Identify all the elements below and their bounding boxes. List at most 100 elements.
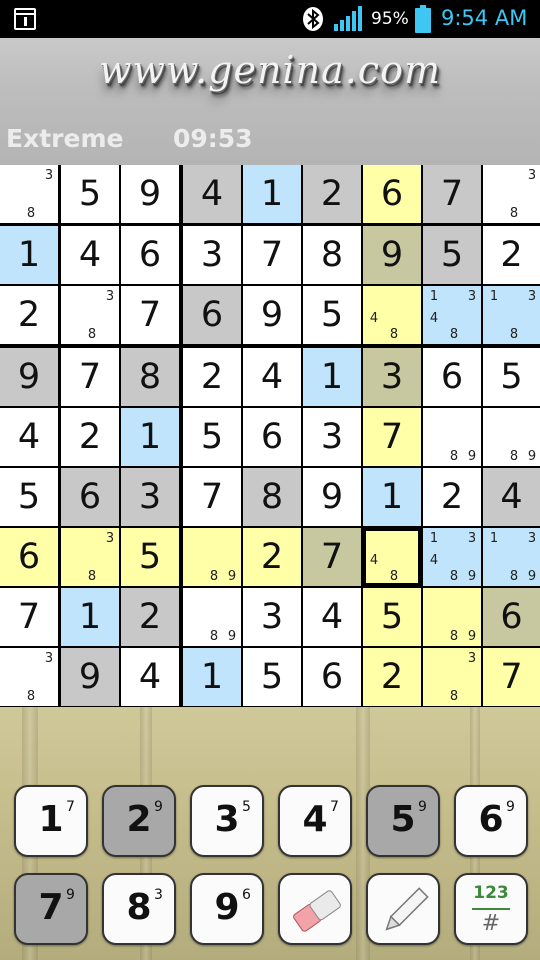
sudoku-cell[interactable]: 38 xyxy=(0,648,58,706)
game-timer: 09:53 xyxy=(173,124,253,153)
sudoku-cell[interactable]: 7 xyxy=(303,528,361,586)
sudoku-cell[interactable]: 8 xyxy=(243,468,301,526)
sudoku-cell[interactable]: 38 xyxy=(0,165,58,223)
pencil-note: 1 xyxy=(489,531,499,546)
sudoku-cell[interactable]: 6 xyxy=(483,588,540,646)
sudoku-cell[interactable]: 5 xyxy=(363,588,421,646)
sudoku-cell[interactable]: 9 xyxy=(61,648,119,706)
sudoku-cell[interactable]: 9 xyxy=(303,468,361,526)
sudoku-cell[interactable]: 1 xyxy=(363,468,421,526)
sudoku-cell[interactable]: 7 xyxy=(61,348,119,406)
sudoku-cell[interactable]: 6 xyxy=(303,648,361,706)
sudoku-cell[interactable]: 6 xyxy=(121,226,179,284)
sudoku-cell[interactable]: 3 xyxy=(243,588,301,646)
sudoku-cell[interactable]: 38 xyxy=(483,165,540,223)
sudoku-cell[interactable]: 5 xyxy=(423,226,481,284)
sudoku-cell[interactable]: 48 xyxy=(363,286,421,344)
sudoku-cell[interactable]: 9 xyxy=(121,165,179,223)
sudoku-cell[interactable]: 6 xyxy=(363,165,421,223)
sudoku-cell[interactable]: 89 xyxy=(483,408,540,466)
digit-key-9[interactable]: 96 xyxy=(190,873,264,945)
digit-key-8[interactable]: 83 xyxy=(102,873,176,945)
sudoku-cell[interactable]: 1 xyxy=(0,226,58,284)
sudoku-cell[interactable]: 9 xyxy=(0,348,58,406)
sudoku-cell[interactable]: 2 xyxy=(183,348,241,406)
sudoku-cell[interactable]: 4 xyxy=(61,226,119,284)
sudoku-cell[interactable]: 7 xyxy=(183,468,241,526)
sudoku-cell[interactable]: 7 xyxy=(483,648,540,706)
notes-mode-button[interactable]: 123 # xyxy=(454,873,528,945)
sudoku-cell[interactable]: 5 xyxy=(243,648,301,706)
sudoku-cell[interactable]: 4 xyxy=(0,408,58,466)
sudoku-cell[interactable]: 4 xyxy=(183,165,241,223)
sudoku-cell[interactable]: 1 3 489 xyxy=(423,528,481,586)
sudoku-cell[interactable]: 1 xyxy=(121,408,179,466)
sudoku-cell[interactable]: 1 xyxy=(303,348,361,406)
sudoku-cell[interactable]: 2 xyxy=(363,648,421,706)
sudoku-cell[interactable]: 4 xyxy=(243,348,301,406)
digit-key-2[interactable]: 29 xyxy=(102,785,176,857)
pencil-note: 1 xyxy=(489,289,499,304)
sudoku-cell[interactable]: 1 xyxy=(243,165,301,223)
sudoku-cell[interactable]: 89 xyxy=(423,588,481,646)
sudoku-cell[interactable]: 2 xyxy=(303,165,361,223)
sudoku-cell[interactable]: 1 3 48 xyxy=(423,286,481,344)
sudoku-cell[interactable]: 6 xyxy=(61,468,119,526)
sudoku-cell[interactable]: 4 xyxy=(483,468,540,526)
sudoku-cell[interactable]: 1 xyxy=(183,648,241,706)
pencil-note: 8 xyxy=(209,569,219,584)
number-pad: 1 7 2 9 3 5 4 7 5 9 6 9 7 9 8 3 9 6 123 # xyxy=(0,707,540,960)
sudoku-cell[interactable]: 38 xyxy=(423,648,481,706)
sudoku-cell[interactable]: 7 xyxy=(0,588,58,646)
sudoku-cell[interactable]: 1 3 8 xyxy=(483,286,540,344)
sudoku-cell[interactable]: 9 xyxy=(363,226,421,284)
sudoku-cell[interactable]: 1 3 89 xyxy=(483,528,540,586)
sudoku-cell[interactable]: 2 xyxy=(243,528,301,586)
digit-key-1[interactable]: 17 xyxy=(14,785,88,857)
sudoku-cell[interactable]: 5 xyxy=(303,286,361,344)
sudoku-cell[interactable]: 7 xyxy=(363,408,421,466)
sudoku-cell[interactable]: 6 xyxy=(0,528,58,586)
sudoku-cell[interactable]: 6 xyxy=(243,408,301,466)
sudoku-cell[interactable]: 2 xyxy=(61,408,119,466)
sudoku-cell[interactable]: 5 xyxy=(483,348,540,406)
sudoku-cell[interactable]: 7 xyxy=(423,165,481,223)
sudoku-cell[interactable]: 3 xyxy=(363,348,421,406)
sudoku-cell[interactable]: 8 xyxy=(121,348,179,406)
pencil-button[interactable] xyxy=(366,873,440,945)
sudoku-cell[interactable]: 5 xyxy=(61,165,119,223)
digit-key-3[interactable]: 35 xyxy=(190,785,264,857)
sudoku-cell[interactable]: 2 xyxy=(121,588,179,646)
sudoku-cell[interactable]: 4 xyxy=(121,648,179,706)
sudoku-cell[interactable]: 48 xyxy=(363,528,421,586)
digit-key-5[interactable]: 59 xyxy=(366,785,440,857)
sudoku-cell[interactable]: 9 xyxy=(243,286,301,344)
sudoku-cell[interactable]: 3 xyxy=(121,468,179,526)
sudoku-cell[interactable]: 5 xyxy=(0,468,58,526)
sudoku-cell[interactable]: 1 xyxy=(61,588,119,646)
sudoku-cell[interactable]: 2 xyxy=(423,468,481,526)
sudoku-cell[interactable]: 7 xyxy=(121,286,179,344)
eraser-button[interactable] xyxy=(278,873,352,945)
sudoku-cell[interactable]: 4 xyxy=(303,588,361,646)
sudoku-cell[interactable]: 2 xyxy=(0,286,58,344)
digit-key-6[interactable]: 69 xyxy=(454,785,528,857)
digit-key-7[interactable]: 79 xyxy=(14,873,88,945)
sudoku-cell[interactable]: 5 xyxy=(183,408,241,466)
sudoku-cell[interactable]: 89 xyxy=(183,528,241,586)
sudoku-cell[interactable]: 6 xyxy=(423,348,481,406)
digit-label: 7 xyxy=(38,887,64,928)
sudoku-cell[interactable]: 38 xyxy=(61,286,119,344)
sudoku-cell[interactable]: 3 xyxy=(183,226,241,284)
mode-bottom-label: # xyxy=(481,911,501,936)
sudoku-cell[interactable]: 7 xyxy=(243,226,301,284)
sudoku-cell[interactable]: 38 xyxy=(61,528,119,586)
sudoku-cell[interactable]: 89 xyxy=(423,408,481,466)
sudoku-cell[interactable]: 3 xyxy=(303,408,361,466)
sudoku-cell[interactable]: 6 xyxy=(183,286,241,344)
sudoku-cell[interactable]: 5 xyxy=(121,528,179,586)
sudoku-cell[interactable]: 8 xyxy=(303,226,361,284)
sudoku-cell[interactable]: 2 xyxy=(483,226,540,284)
sudoku-cell[interactable]: 89 xyxy=(183,588,241,646)
digit-key-4[interactable]: 47 xyxy=(278,785,352,857)
